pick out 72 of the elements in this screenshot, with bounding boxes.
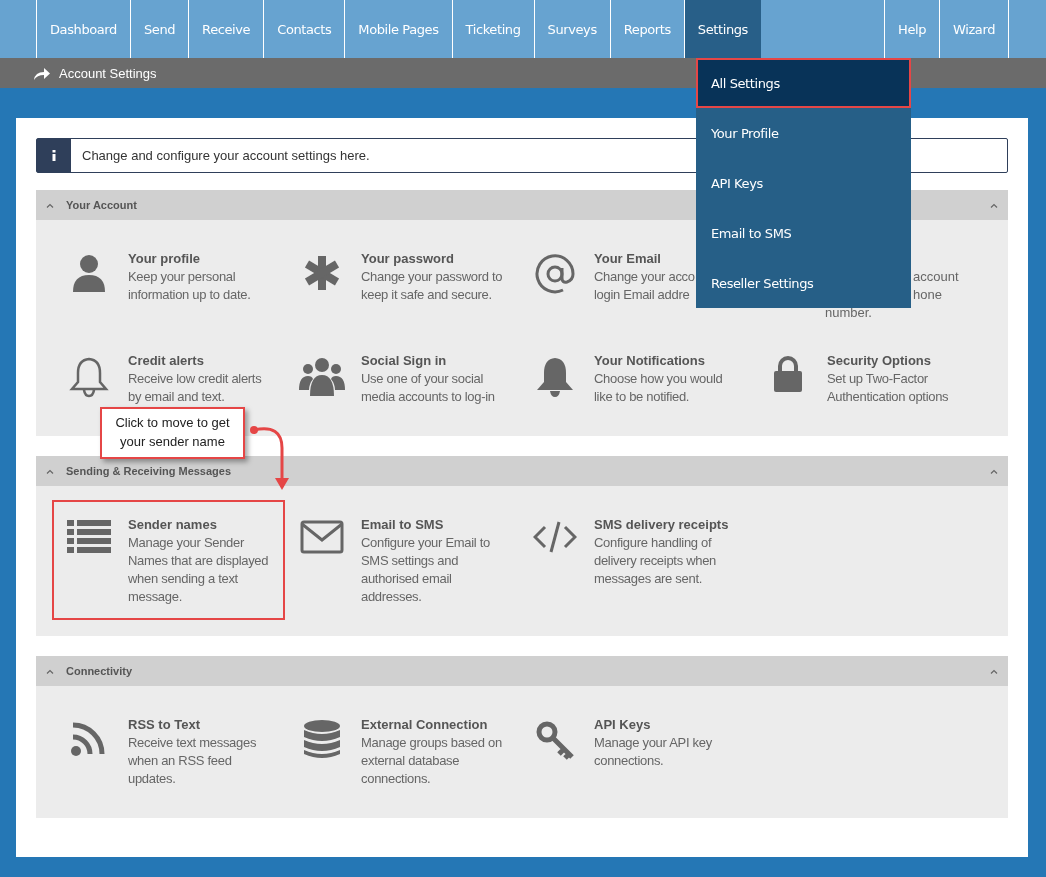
nav-tab[interactable]: Settings	[683, 0, 761, 58]
tile-title: Your Notifications	[594, 352, 706, 370]
lock-icon	[773, 356, 803, 392]
section-header[interactable]: Sending & Receiving Messages	[36, 456, 1008, 486]
envelope-icon	[300, 520, 344, 554]
tile-title: Your password	[361, 250, 455, 268]
at-sign-icon	[535, 254, 575, 294]
section-title: Your Account	[66, 199, 138, 211]
tile-description: Choose how you would like to be notified.	[594, 370, 724, 406]
section-title: Sending & Receiving Messages	[66, 465, 233, 477]
tile-title: Email to SMS	[361, 516, 445, 534]
callout-tooltip: Click to move to get your sender name	[100, 407, 245, 459]
tile-description: Use one of your social media accounts to log-in	[361, 370, 496, 406]
tile-title: Social Sign in	[361, 352, 448, 370]
settings-tile[interactable]: Social Sign in Use one of your social media accounts to log-in	[285, 336, 518, 420]
settings-tile[interactable]: Sender names Manage your Sender Names that are displayed when sending a text message.	[52, 500, 285, 620]
tile-title: Security Options	[827, 352, 933, 370]
tile-title: Your Email	[594, 250, 662, 268]
tile-description: Manage groups based on external database connections.	[361, 734, 503, 788]
tile-title: RSS to Text	[128, 716, 201, 734]
users-icon	[299, 356, 345, 396]
tile-description-fragment: account	[913, 268, 959, 286]
tile-title: Credit alerts	[128, 352, 205, 370]
tile-title: SMS delivery receipts	[594, 516, 730, 534]
info-icon	[52, 150, 56, 161]
dropdown-item[interactable]: All Settings	[696, 58, 911, 108]
database-icon	[304, 720, 340, 760]
bell-icon	[535, 356, 575, 398]
settings-tile[interactable]: Your password Change your password to keep it safe and secure.	[285, 234, 518, 318]
tile-description: Set up Two-Factor Authentication options	[827, 370, 950, 406]
settings-tile[interactable]: SMS delivery receipts Configure handling of delivery receipts when messages are sent.	[518, 500, 751, 602]
settings-tile[interactable]: API Keys Manage your API key connections.	[518, 700, 751, 784]
key-icon	[535, 720, 575, 760]
tile-description: Receive low credit alerts by email and text.	[128, 370, 263, 406]
section-title: Connectivity	[66, 665, 133, 677]
collapse-icon[interactable]	[46, 468, 54, 474]
collapse-icon[interactable]	[990, 202, 998, 208]
tile-description: Receive text messages when an RSS feed updates.	[128, 734, 258, 788]
tile-description: Configure your Email to SMS settings and authorised email addresses.	[361, 534, 491, 606]
asterisk-icon	[303, 254, 341, 292]
code-icon	[533, 520, 577, 554]
dropdown-item[interactable]: Your Profile	[696, 108, 911, 158]
annotation-arrow	[250, 426, 289, 490]
collapse-icon[interactable]	[990, 668, 998, 674]
tile-title: External Connection	[361, 716, 489, 734]
settings-tile[interactable]: External Connection Manage groups based on external database connections.	[285, 700, 518, 802]
tile-description: Manage your Sender Names that are displayed when sending a text message.	[128, 534, 270, 606]
person-icon	[71, 254, 107, 292]
info-text: Change and configure your account settings here.	[81, 148, 370, 163]
tile-title: API Keys	[594, 716, 652, 734]
tile-title: Sender names	[128, 516, 218, 534]
tile-description: Configure handling of delivery receipts when messages are sent.	[594, 534, 718, 588]
settings-tile[interactable]: RSS to Text Receive text messages when an RSS feed updates.	[52, 700, 285, 802]
settings-tile[interactable]: Your Notifications Choose how you would like to be notified.	[518, 336, 751, 420]
tile-description: Manage your API key connections.	[594, 734, 713, 770]
tile-title: Your profile	[128, 250, 201, 268]
collapse-icon[interactable]	[46, 668, 54, 674]
settings-tile[interactable]: Email to SMS Configure your Email to SMS settings and authorised email addresses.	[285, 500, 518, 620]
tile-description: Keep your personal information up to date.	[128, 268, 252, 304]
settings-tile[interactable]: Your profile Keep your personal information up to date.	[52, 234, 285, 318]
collapse-icon[interactable]	[46, 202, 54, 208]
collapse-icon[interactable]	[990, 468, 998, 474]
breadcrumb: Account Settings	[59, 65, 157, 81]
tile-description: Change your password to keep it safe and secure.	[361, 268, 504, 304]
tile-description-fragment: hone	[913, 286, 942, 304]
settings-tile[interactable]: Security Options Set up Two-Factor Authentication options	[751, 336, 984, 420]
section-header[interactable]: Connectivity	[36, 656, 1008, 686]
tile-description: Change your acco login Email addre	[594, 268, 695, 304]
share-arrow-icon	[34, 66, 50, 80]
rss-icon	[71, 720, 107, 756]
list-icon	[67, 520, 111, 554]
bell-outline-icon	[69, 356, 109, 398]
